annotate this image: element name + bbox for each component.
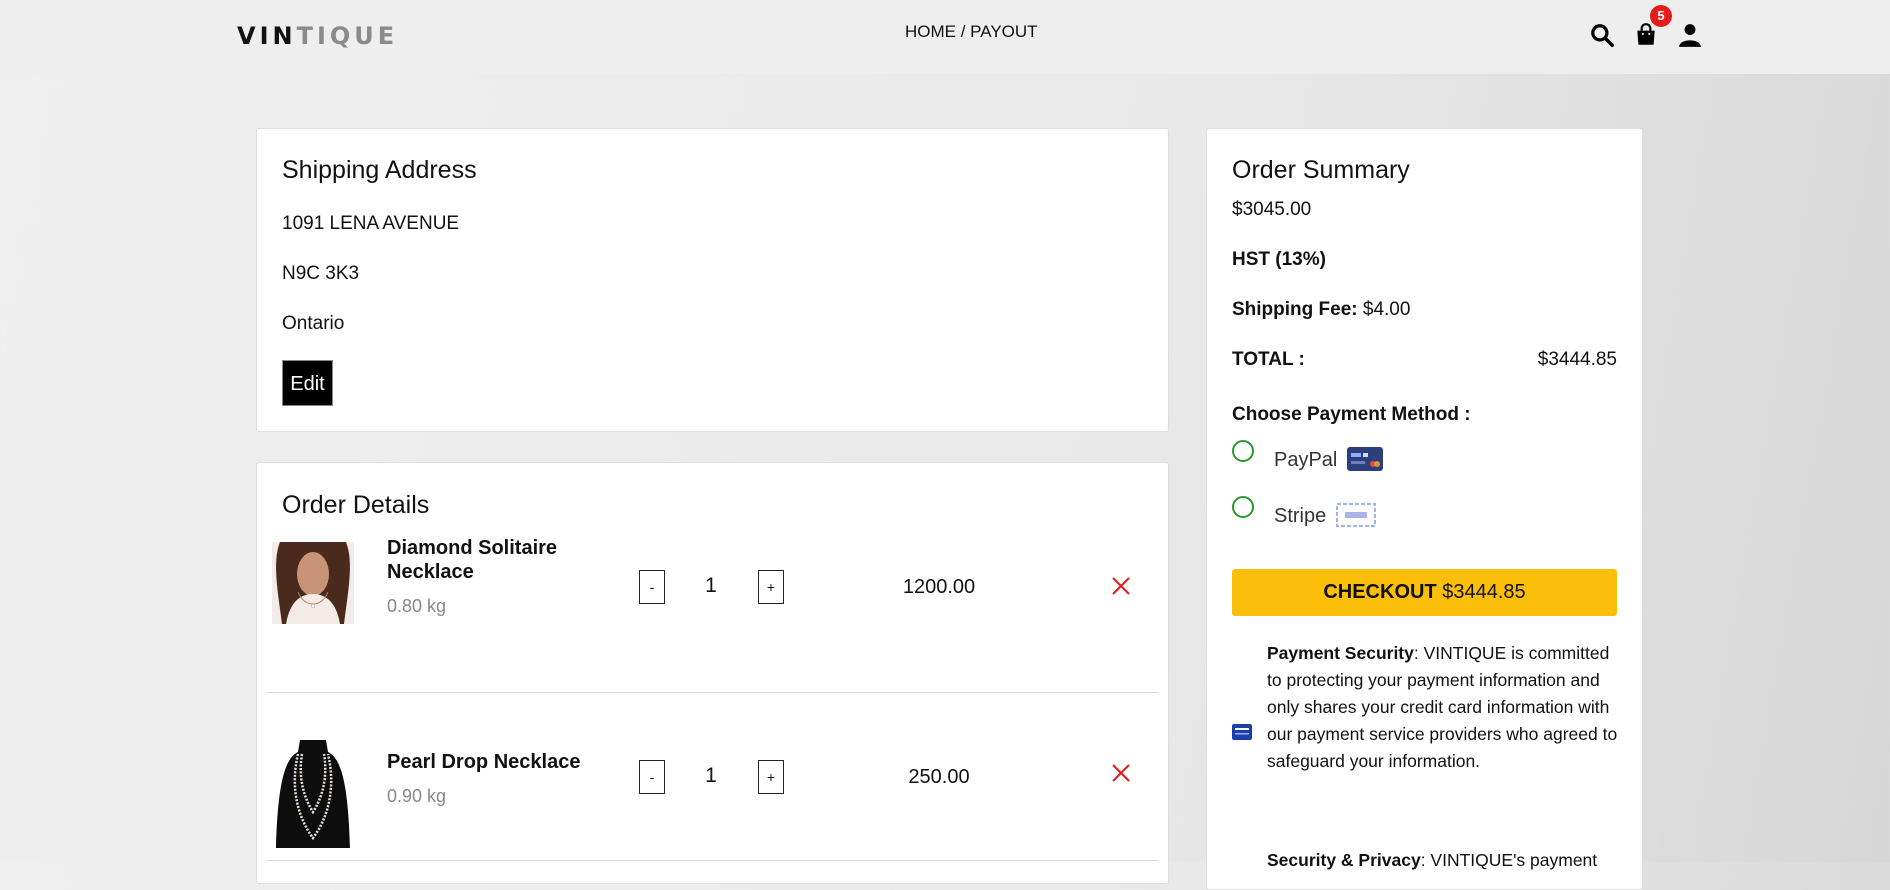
checkout-amount: $3444.85 [1442, 581, 1526, 603]
navbar: VINTIQUE HOME / PAYOUT 5 [0, 0, 1890, 74]
hst-label: HST (13%) [1232, 249, 1326, 270]
remove-item-icon[interactable] [1110, 575, 1132, 597]
decrease-quantity-button[interactable]: - [639, 760, 665, 794]
subtotal-value: $3045.00 [1232, 199, 1312, 220]
stripe-logo-icon [1335, 503, 1376, 527]
product-price: 250.00 [908, 766, 970, 788]
paypal-radio[interactable] [1232, 440, 1254, 462]
stripe-label: Stripe [1274, 505, 1327, 527]
security-privacy-title: Security & Privacy [1267, 850, 1421, 870]
product-name[interactable]: Diamond Solitaire Necklace [387, 536, 587, 584]
visa-secure-icon [1232, 724, 1252, 740]
checkout-label: CHECKOUT [1323, 581, 1437, 603]
paypal-option[interactable]: PayPal [1274, 447, 1383, 472]
user-icon[interactable] [1677, 22, 1703, 48]
card-payment-icon [1346, 447, 1383, 471]
stripe-radio[interactable] [1232, 496, 1254, 518]
summary-title: Order Summary [1232, 156, 1410, 184]
cart-count-badge: 5 [1650, 5, 1672, 27]
product-image [272, 738, 354, 848]
order-details-card: Order Details Diamond Solitaire Necklace… [256, 462, 1169, 884]
product-weight: 0.90 kg [387, 786, 447, 806]
security-privacy-body: : VINTIQUE's payment [1420, 850, 1598, 870]
product-name[interactable]: Pearl Drop Necklace [387, 750, 627, 774]
payment-method-heading: Choose Payment Method : [1232, 404, 1471, 425]
address-street: 1091 LENA AVENUE [282, 213, 460, 234]
product-image [272, 542, 354, 624]
brand-logo[interactable]: VINTIQUE [237, 22, 398, 50]
order-summary-card: Order Summary $3045.00 HST (13%) Shippin… [1206, 128, 1643, 890]
address-province: Ontario [282, 313, 345, 334]
remove-item-icon[interactable] [1110, 762, 1132, 784]
order-item: Pearl Drop Necklace 0.90 kg - 1 + 250.00 [267, 693, 1158, 861]
search-icon[interactable] [1589, 22, 1615, 48]
product-weight: 0.80 kg [387, 596, 447, 616]
payment-security-title: Payment Security [1267, 643, 1414, 663]
checkout-button[interactable]: CHECKOUT $3444.85 [1232, 569, 1617, 616]
order-item: Diamond Solitaire Necklace 0.80 kg - 1 +… [267, 525, 1158, 693]
address-postal: N9C 3K3 [282, 263, 360, 284]
security-privacy-text: Security & Privacy: VINTIQUE's payment [1267, 847, 1627, 874]
product-price: 1200.00 [902, 576, 976, 598]
brand-logo-part2: TIQUE [296, 22, 399, 50]
brand-logo-part1: VIN [237, 22, 297, 50]
increase-quantity-button[interactable]: + [758, 760, 784, 794]
shipping-title: Shipping Address [282, 156, 477, 184]
shipping-fee-value: $4.00 [1362, 299, 1411, 320]
total-label: TOTAL : [1232, 349, 1305, 370]
order-details-title: Order Details [282, 491, 430, 519]
shipping-fee-label: Shipping Fee: [1232, 299, 1358, 320]
total-value: $3444.85 [1537, 349, 1617, 370]
increase-quantity-button[interactable]: + [758, 570, 784, 604]
cart-icon[interactable] [1633, 22, 1659, 48]
shipping-fee-row: Shipping Fee: $4.00 [1232, 299, 1410, 321]
stripe-option[interactable]: Stripe [1274, 503, 1376, 528]
breadcrumb[interactable]: HOME / PAYOUT [905, 22, 1038, 42]
paypal-label: PayPal [1274, 449, 1338, 471]
quantity-value: 1 [705, 574, 717, 597]
payment-security-text: Payment Security: VINTIQUE is committed … [1267, 640, 1627, 775]
decrease-quantity-button[interactable]: - [639, 570, 665, 604]
quantity-value: 1 [705, 764, 717, 787]
edit-address-button[interactable]: Edit [282, 360, 333, 406]
shipping-address-card: Shipping Address 1091 LENA AVENUE N9C 3K… [256, 128, 1169, 432]
